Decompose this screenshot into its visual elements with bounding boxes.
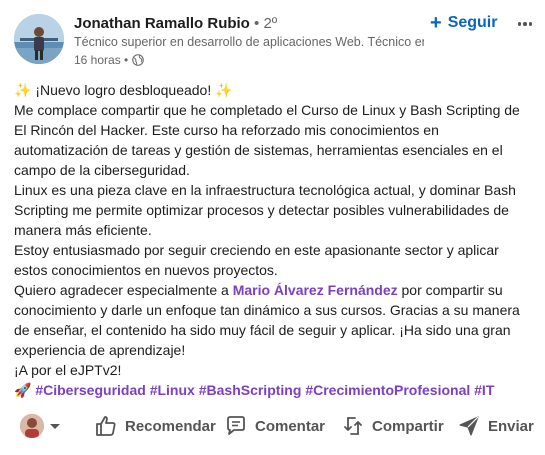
send-label: Enviar — [488, 417, 534, 435]
post-header: Jonathan Ramallo Rubio • 2º Técnico supe… — [14, 12, 534, 72]
author-name-row: Jonathan Ramallo Rubio • 2º — [74, 14, 434, 33]
user-avatar — [20, 414, 44, 438]
comment-label: Comentar — [255, 417, 326, 435]
follow-label: Seguir — [447, 14, 498, 31]
post-paragraph-1: Me complace compartir que he completado … — [14, 102, 520, 178]
globe-icon — [132, 54, 145, 66]
author-headline: Técnico superior en desarrollo de aplica… — [74, 35, 424, 49]
post-meta: 16 horas • — [74, 52, 434, 68]
connection-degree: • 2º — [254, 15, 278, 32]
repost-icon — [344, 417, 362, 435]
achievement-text: ¡Nuevo logro desbloqueado! — [31, 82, 216, 98]
sparkles-icon: ✨ — [14, 82, 32, 98]
send-icon — [459, 416, 479, 436]
thanks-text: Quiero agradecer especialmente a — [14, 282, 233, 298]
plus-icon: + — [430, 12, 442, 34]
post-paragraph-2: Linux es una pieza clave en la infraestr… — [14, 182, 516, 238]
author-name[interactable]: Jonathan Ramallo Rubio — [74, 15, 250, 32]
post-paragraph-3: Estoy entusiasmado por seguir creciendo … — [14, 242, 499, 278]
hashtag-line: 🚀 #Ciberseguridad #Linux #BashScripting … — [14, 380, 536, 400]
caret-down-icon — [50, 423, 60, 429]
post-line-achievement: ✨ ¡Nuevo logro desbloqueado! ✨ — [14, 80, 536, 100]
comment-button[interactable]: Comentar — [224, 414, 325, 438]
hashtag-link[interactable]: #BashScripting — [199, 382, 302, 398]
post-time: 16 horas • — [74, 53, 129, 67]
more-options-icon[interactable] — [515, 14, 535, 34]
repost-button[interactable]: Compartir — [341, 414, 444, 438]
feed-post: Jonathan Ramallo Rubio • 2º Técnico supe… — [0, 0, 545, 455]
send-button[interactable]: Enviar — [457, 414, 534, 438]
sparkles-icon: ✨ — [215, 82, 233, 98]
hashtag-link[interactable]: #IT — [474, 382, 494, 398]
hashtag-link[interactable]: #CrecimientoProfesional — [305, 382, 470, 398]
comment-icon — [227, 416, 245, 435]
thumbs-up-icon — [96, 416, 116, 436]
repost-label: Compartir — [372, 417, 444, 435]
follow-button[interactable]: + Seguir — [430, 13, 497, 33]
post-actions: Recomendar Comentar Compartir Enviar — [0, 408, 545, 448]
rocket-icon: 🚀 — [14, 382, 32, 398]
post-paragraph-4: Quiero agradecer especialmente a Mario Á… — [14, 280, 536, 360]
post-body: ✨ ¡Nuevo logro desbloqueado! ✨ Me compla… — [14, 80, 536, 400]
mention-link[interactable]: Mario Álvarez Fernández — [233, 282, 398, 298]
author-avatar[interactable] — [14, 14, 64, 64]
recommend-button[interactable]: Recomendar — [94, 414, 216, 438]
reaction-identity-selector[interactable] — [20, 414, 60, 438]
recommend-label: Recomendar — [125, 417, 216, 435]
author-photo — [14, 14, 64, 64]
author-info: Jonathan Ramallo Rubio • 2º Técnico supe… — [74, 14, 434, 68]
post-paragraph-5: ¡A por el eJPTv2! — [14, 362, 122, 378]
hashtag-link[interactable]: #Linux — [150, 382, 195, 398]
hashtag-link[interactable]: #Ciberseguridad — [35, 382, 145, 398]
